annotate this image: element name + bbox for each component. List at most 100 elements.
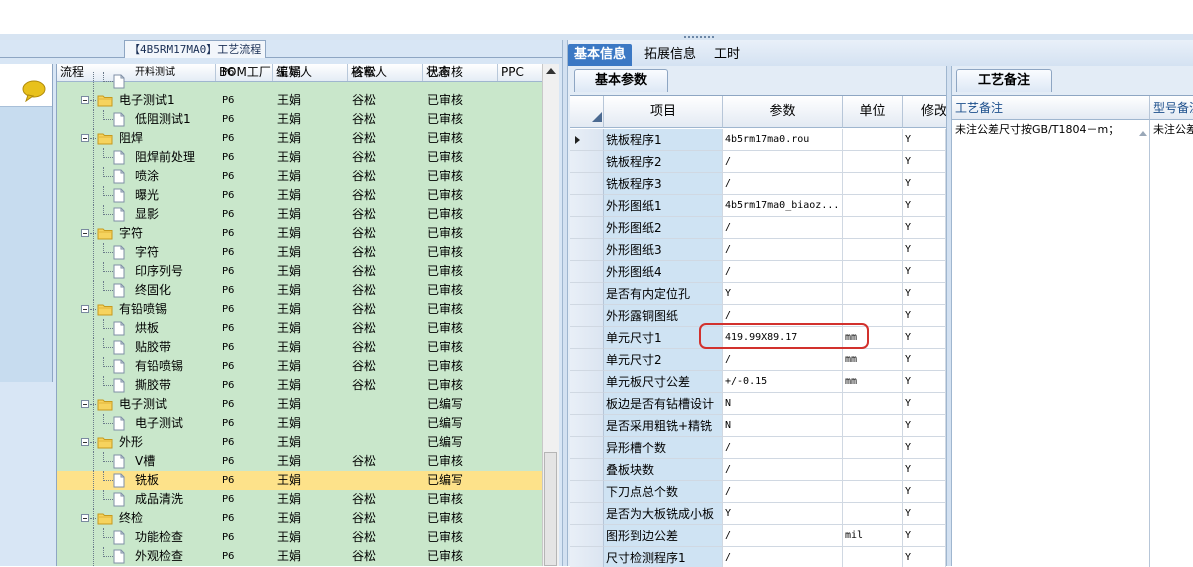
row-header[interactable] (570, 415, 604, 437)
process-notes-grid[interactable]: 工艺备注 型号备注 未注公差尺寸按GB/T1804－m； 未注公差 (952, 95, 1193, 567)
row-header[interactable] (570, 437, 604, 459)
tree-row[interactable]: 烘板 P6 王娟 谷松 已审核 (57, 319, 543, 338)
collapse-toggle-icon[interactable] (81, 305, 89, 313)
tree-row[interactable]: 显影 P6 王娟 谷松 已审核 (57, 205, 543, 224)
param-value[interactable]: / (723, 151, 843, 173)
col-header-param[interactable]: 参数 (723, 96, 843, 128)
param-unit[interactable] (843, 261, 903, 283)
collapse-toggle-icon[interactable] (81, 134, 89, 142)
param-value[interactable]: / (723, 349, 843, 371)
param-unit[interactable] (843, 393, 903, 415)
param-row-current[interactable]: 铣板程序1 4b5rm17ma0.rou Y (570, 129, 946, 151)
row-header[interactable] (570, 173, 604, 195)
tree-row[interactable]: 贴胶带 P6 王娟 谷松 已审核 (57, 338, 543, 357)
col-header-modify[interactable]: 修改 (903, 96, 946, 128)
row-header[interactable] (570, 393, 604, 415)
param-value[interactable]: N (723, 393, 843, 415)
scroll-thumb[interactable] (544, 452, 557, 566)
param-item[interactable]: 外形图纸4 (604, 261, 723, 283)
param-value[interactable]: / (723, 459, 843, 481)
param-unit[interactable] (843, 283, 903, 305)
param-item[interactable]: 是否有内定位孔 (604, 283, 723, 305)
param-value[interactable]: / (723, 239, 843, 261)
model-note-cell[interactable]: 未注公差 (1150, 121, 1193, 141)
row-header[interactable] (570, 459, 604, 481)
param-row[interactable]: 是否采用粗铣+精铣 N Y (570, 415, 946, 437)
tree-row[interactable]: 外观检查 P6 王娟 谷松 已审核 (57, 547, 543, 566)
param-unit[interactable]: mm (843, 371, 903, 393)
row-header[interactable] (570, 151, 604, 173)
param-value[interactable]: +/-0.15 (723, 371, 843, 393)
collapse-toggle-icon[interactable] (81, 400, 89, 408)
tree-row[interactable]: 成品清洗 P6 王娟 谷松 已审核 (57, 490, 543, 509)
param-value[interactable]: / (723, 525, 843, 547)
param-value[interactable]: / (723, 261, 843, 283)
param-item[interactable]: 外形图纸2 (604, 217, 723, 239)
tree-row[interactable]: 终检 P6 王娟 谷松 已审核 (57, 509, 543, 528)
param-item[interactable]: 叠板块数 (604, 459, 723, 481)
param-item[interactable]: 单元板尺寸公差 (604, 371, 723, 393)
row-header[interactable] (570, 503, 604, 525)
tree-row[interactable]: 外形 P6 王娟 已编写 (57, 433, 543, 452)
tree-row[interactable]: 有铅喷锡 P6 王娟 谷松 已审核 (57, 300, 543, 319)
param-unit[interactable] (843, 173, 903, 195)
col-header-unit[interactable]: 单位 (843, 96, 903, 128)
row-header[interactable] (570, 371, 604, 393)
tree-row[interactable]: 电子测试1 P6 王娟 谷松 已审核 (57, 91, 543, 110)
param-unit[interactable] (843, 239, 903, 261)
tree-row[interactable]: 印序列号 P6 王娟 谷松 已审核 (57, 262, 543, 281)
row-header[interactable] (570, 481, 604, 503)
param-item[interactable]: 图形到边公差 (604, 525, 723, 547)
col-header-process-note[interactable]: 工艺备注 (952, 96, 1150, 120)
tree-row[interactable]: V槽 P6 王娟 谷松 已审核 (57, 452, 543, 471)
chat-bubble-icon[interactable] (22, 80, 46, 105)
param-unit[interactable] (843, 503, 903, 525)
tree-row[interactable]: 字符 P6 王娟 谷松 已审核 (57, 224, 543, 243)
scroll-up-arrow-icon[interactable] (546, 68, 556, 74)
row-header[interactable] (570, 349, 604, 371)
param-item[interactable]: 铣板程序2 (604, 151, 723, 173)
param-row[interactable]: 叠板块数 / Y (570, 459, 946, 481)
tree-row[interactable]: 阻焊前处理 P6 王娟 谷松 已审核 (57, 148, 543, 167)
param-row[interactable]: 单元板尺寸公差 +/-0.15 mm Y (570, 371, 946, 393)
param-modify[interactable]: Y (903, 503, 946, 525)
param-modify[interactable]: Y (903, 129, 946, 151)
param-value[interactable]: / (723, 173, 843, 195)
param-item[interactable]: 是否为大板铣成小板 (604, 503, 723, 525)
param-modify[interactable]: Y (903, 173, 946, 195)
tab-basic-info[interactable]: 基本信息 (568, 44, 633, 66)
tree-row[interactable]: 字符 P6 王娟 谷松 已审核 (57, 243, 543, 262)
row-header[interactable] (570, 239, 604, 261)
param-item[interactable]: 外形图纸3 (604, 239, 723, 261)
row-header[interactable] (570, 327, 604, 349)
param-row[interactable]: 铣板程序3/ Y (570, 173, 946, 195)
row-header[interactable] (570, 525, 604, 547)
param-item[interactable]: 单元尺寸2 (604, 349, 723, 371)
param-row[interactable]: 板边是否有钻槽设计 N Y (570, 393, 946, 415)
param-unit[interactable] (843, 547, 903, 567)
tree-row[interactable]: 曝光 P6 王娟 谷松 已审核 (57, 186, 543, 205)
row-header[interactable] (570, 261, 604, 283)
collapse-toggle-icon[interactable] (81, 229, 89, 237)
tree-row[interactable]: 撕胶带 P6 王娟 谷松 已审核 (57, 376, 543, 395)
param-unit[interactable] (843, 459, 903, 481)
param-modify[interactable]: Y (903, 327, 946, 349)
tree-row[interactable]: 功能检查 P6 王娟 谷松 已审核 (57, 528, 543, 547)
param-modify[interactable]: Y (903, 437, 946, 459)
param-unit[interactable] (843, 195, 903, 217)
col-header-item[interactable]: 项目 (604, 96, 723, 128)
row-header[interactable] (570, 217, 604, 239)
param-value[interactable]: / (723, 217, 843, 239)
param-item[interactable]: 铣板程序3 (604, 173, 723, 195)
row-header[interactable] (570, 305, 604, 327)
tree-row[interactable]: 有铅喷锡 P6 王娟 谷松 已审核 (57, 357, 543, 376)
param-row[interactable]: 异形槽个数 / Y (570, 437, 946, 459)
param-value[interactable]: / (723, 481, 843, 503)
row-header[interactable] (570, 195, 604, 217)
param-item[interactable]: 是否采用粗铣+精铣 (604, 415, 723, 437)
param-modify[interactable]: Y (903, 393, 946, 415)
param-modify[interactable]: Y (903, 217, 946, 239)
param-item[interactable]: 外形图纸1 (604, 195, 723, 217)
row-header[interactable] (570, 547, 604, 567)
collapse-toggle-icon[interactable] (81, 438, 89, 446)
